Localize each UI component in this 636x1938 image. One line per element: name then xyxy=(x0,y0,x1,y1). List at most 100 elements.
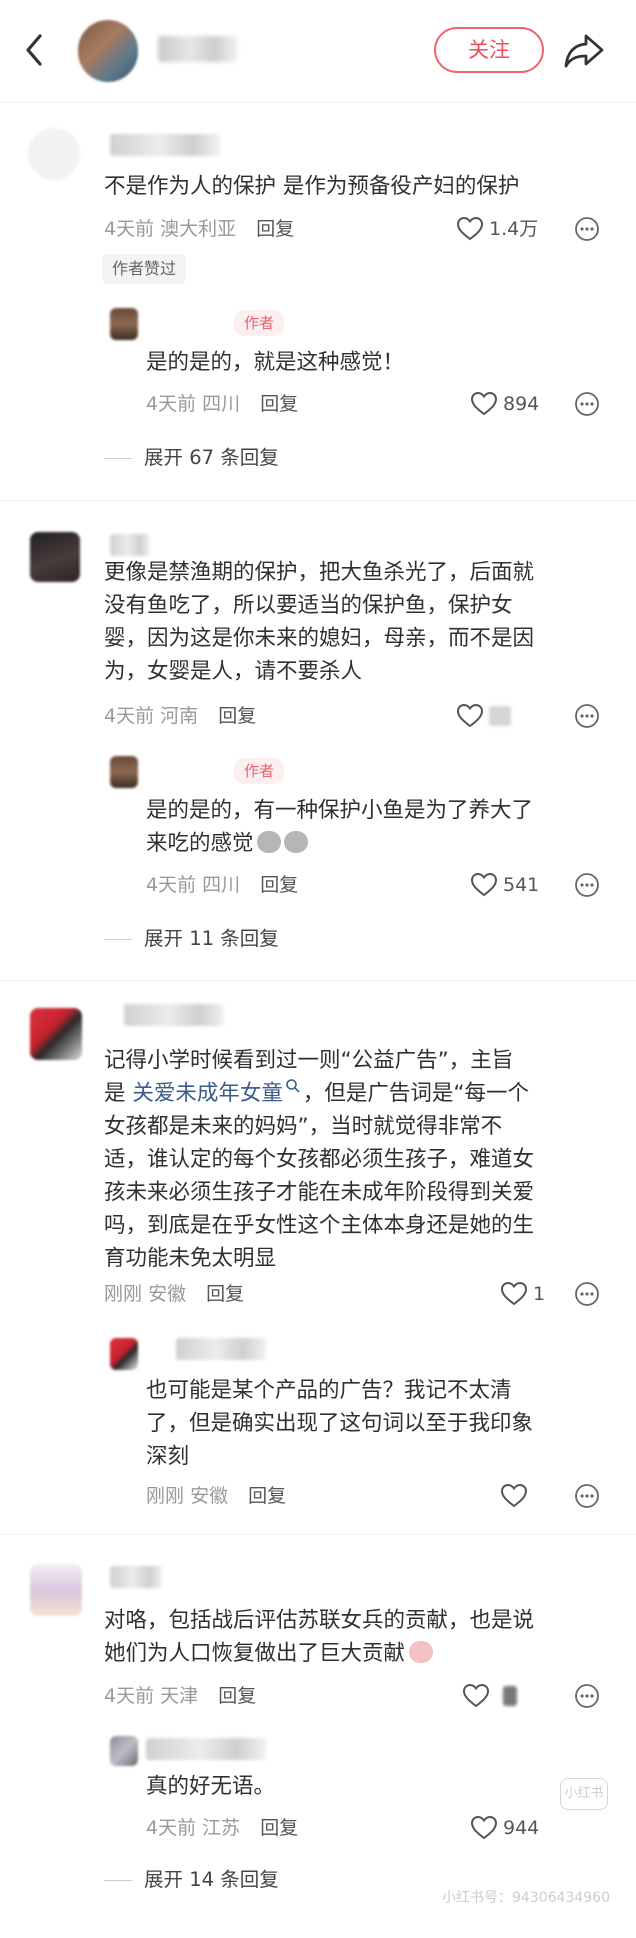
reply-avatar[interactable] xyxy=(110,1736,138,1766)
replier-name-blurred[interactable] xyxy=(176,1338,266,1360)
heart-icon xyxy=(462,1683,490,1708)
expand-replies-button[interactable]: 展开 11 条回复 xyxy=(104,925,279,953)
more-options-button[interactable] xyxy=(572,389,602,419)
comment-location: 澳大利亚 xyxy=(160,218,237,240)
author-tag: 作者 xyxy=(234,310,285,336)
commenter-name-blurred[interactable] xyxy=(110,1566,162,1588)
share-button[interactable] xyxy=(562,30,606,70)
comment-meta: 刚刚 安徽 回复 xyxy=(104,1280,244,1308)
reply-button[interactable]: 回复 xyxy=(218,1685,256,1707)
reply-button[interactable]: 回复 xyxy=(248,1485,286,1507)
more-options-button[interactable] xyxy=(572,870,602,900)
reply-avatar[interactable] xyxy=(110,1338,138,1370)
reply-button[interactable]: 回复 xyxy=(260,393,298,415)
section-divider xyxy=(0,1534,636,1535)
topic-link[interactable]: 关爱未成年女童 xyxy=(132,1081,283,1106)
like-count: 944 xyxy=(503,1817,540,1839)
more-options-icon xyxy=(575,873,599,897)
like-count: 1 xyxy=(533,1283,546,1305)
author-tag: 作者 xyxy=(234,758,285,784)
author-avatar[interactable] xyxy=(78,20,138,82)
comment-location: 安徽 xyxy=(148,1283,187,1305)
reply-text: 也可能是某个产品的广告？我记不太清 了，但是确实出现了这句词以至于我印象 深刻 xyxy=(146,1378,534,1469)
comment-time: 4天前 xyxy=(104,705,155,727)
more-options-icon xyxy=(575,1484,599,1508)
commenter-name-blurred[interactable] xyxy=(124,1004,224,1026)
peach-emoji-icon xyxy=(409,1641,434,1663)
heart-icon xyxy=(470,872,498,897)
section-divider xyxy=(0,500,636,501)
reply-button[interactable]: 回复 xyxy=(256,218,294,240)
more-options-icon xyxy=(575,217,599,241)
commenter-avatar[interactable] xyxy=(30,1008,82,1060)
like-button[interactable] xyxy=(500,1482,533,1510)
commenter-avatar[interactable] xyxy=(30,532,80,582)
comment-text: 更像是禁渔期的保护，把大鱼杀光了，后面就 没有鱼吃了，所以要适当的保护鱼，保护女… xyxy=(104,560,535,684)
like-button[interactable]: 541 xyxy=(470,871,539,899)
back-button[interactable] xyxy=(16,28,56,72)
like-count-blurred xyxy=(503,1686,517,1706)
like-button[interactable] xyxy=(456,702,511,730)
heart-icon xyxy=(500,1483,528,1508)
like-button[interactable]: 894 xyxy=(470,390,539,418)
more-options-button[interactable] xyxy=(572,1481,602,1511)
comment-text: 不是作为人的保护 是作为预备役产妇的保护 xyxy=(104,174,520,199)
expand-replies-label: 展开 11 条回复 xyxy=(144,927,279,950)
like-count: 894 xyxy=(503,393,540,415)
commenter-avatar[interactable] xyxy=(30,1564,82,1616)
follow-button[interactable]: 关注 xyxy=(434,27,544,73)
like-button[interactable]: 1.4万 xyxy=(456,215,538,243)
expand-replies-button[interactable]: 展开 67 条回复 xyxy=(104,444,279,472)
reply-text: 是的是的，有一种保护小鱼是为了养大了 来吃的感觉 xyxy=(146,798,534,856)
more-options-icon xyxy=(575,1282,599,1306)
reply-button[interactable]: 回复 xyxy=(218,705,256,727)
reply-location: 四川 xyxy=(202,874,241,896)
author-liked-badge: 作者赞过 xyxy=(102,254,187,284)
reply-location: 江苏 xyxy=(202,1817,241,1839)
share-icon xyxy=(564,34,604,68)
more-options-button[interactable] xyxy=(572,701,602,731)
expand-divider xyxy=(104,1879,132,1881)
heart-icon xyxy=(470,391,498,416)
expand-replies-button[interactable]: 展开 14 条回复 xyxy=(104,1866,279,1894)
watermark-id: 小红书号：94306434960 xyxy=(442,1890,610,1906)
more-options-icon xyxy=(575,704,599,728)
reply-meta: 4天前 四川 回复 xyxy=(146,871,298,899)
reply-button[interactable]: 回复 xyxy=(260,874,298,896)
commenter-avatar[interactable] xyxy=(28,128,80,180)
expand-replies-label: 展开 67 条回复 xyxy=(144,446,279,469)
sweat-emoji-icon xyxy=(256,831,281,853)
reply-text: 真的好无语。 xyxy=(146,1774,276,1799)
search-icon xyxy=(286,1079,300,1093)
author-name-blurred[interactable] xyxy=(158,36,238,62)
watermark-logo: 小红书 xyxy=(560,1778,608,1810)
chevron-left-icon xyxy=(26,34,42,66)
expand-divider xyxy=(104,938,132,940)
reply-time: 4天前 xyxy=(146,393,197,415)
like-button[interactable]: 1 xyxy=(500,1280,545,1308)
more-options-button[interactable] xyxy=(572,1681,602,1711)
reply-avatar[interactable] xyxy=(110,756,138,788)
reply-location: 四川 xyxy=(202,393,241,415)
more-options-button[interactable] xyxy=(572,214,602,244)
comment-time: 4天前 xyxy=(104,218,155,240)
more-options-button[interactable] xyxy=(572,1279,602,1309)
like-button[interactable]: 944 xyxy=(470,1814,539,1842)
reply-avatar[interactable] xyxy=(110,308,138,340)
comment-time: 4天前 xyxy=(104,1685,155,1707)
commenter-name-blurred[interactable] xyxy=(110,534,150,556)
comment-time: 刚刚 xyxy=(104,1283,143,1305)
commenter-name-blurred[interactable] xyxy=(110,134,220,156)
sweat-emoji-icon xyxy=(283,831,308,853)
comment-text: 记得小学时候看到过一则“公益广告”，主旨 是 关爱未成年女童 ，但是广告词是“每一… xyxy=(104,1048,535,1271)
comment-location: 河南 xyxy=(160,705,199,727)
expand-divider xyxy=(104,457,132,459)
reply-button[interactable]: 回复 xyxy=(206,1283,244,1305)
reply-button[interactable]: 回复 xyxy=(260,1817,298,1839)
like-button[interactable] xyxy=(462,1682,517,1710)
comment-meta: 4天前 天津 回复 xyxy=(104,1682,256,1710)
more-options-icon xyxy=(575,392,599,416)
heart-icon xyxy=(500,1281,528,1306)
comment-text: 对咯，包括战后评估苏联女兵的贡献，也是说 她们为人口恢复做出了巨大贡献 xyxy=(104,1608,535,1666)
replier-name-blurred[interactable] xyxy=(146,1738,266,1760)
